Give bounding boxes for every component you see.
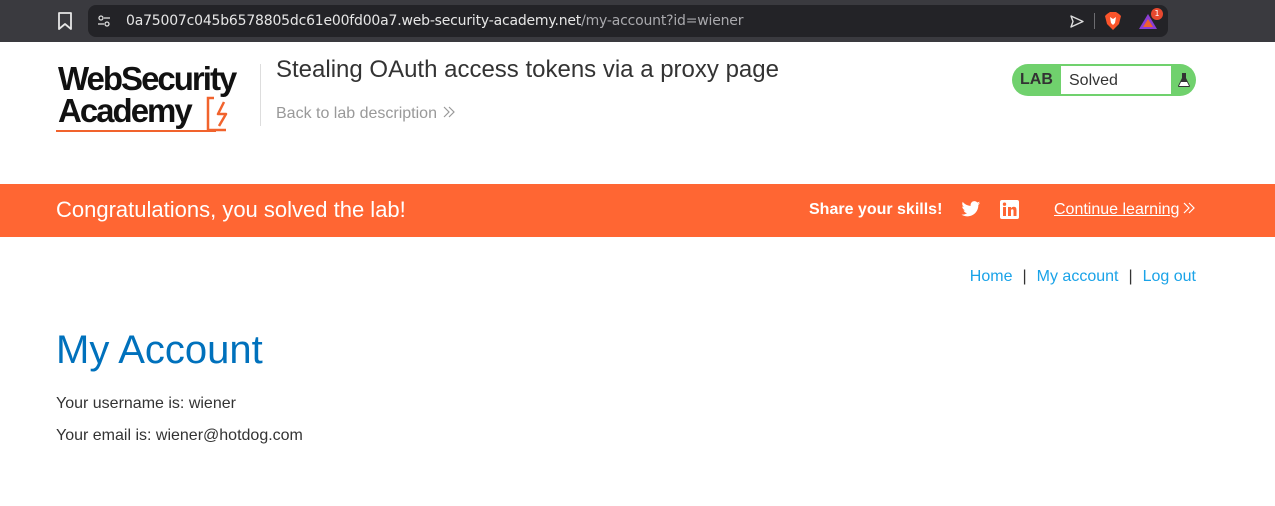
toolbar-divider [1094,13,1095,29]
rewards-badge: 1 [1151,8,1163,20]
web-security-academy-logo[interactable]: WebSecurity Academy [56,60,256,136]
lab-title: Stealing OAuth access tokens via a proxy… [276,56,779,83]
lab-tag: LAB [1020,71,1053,88]
congratulations-message: Congratulations, you solved the lab! [56,197,406,222]
top-nav: Home | My account | Log out [970,267,1196,287]
nav-separator: | [1128,268,1133,285]
twitter-icon[interactable] [961,201,981,218]
double-chevron-right-icon [443,106,455,118]
flask-icon [1178,73,1190,87]
url-text[interactable]: 0a75007c045b6578805dc61e00fd00a7.web-sec… [126,12,743,30]
username-text: Your username is: wiener [56,395,236,412]
page-title: My Account [56,328,263,372]
nav-log-out-link[interactable]: Log out [1143,268,1196,285]
continue-learning-link[interactable]: Continue learning [1054,201,1196,219]
solved-banner: Congratulations, you solved the lab! Sha… [0,184,1275,237]
header-divider [260,64,261,126]
email-text: Your email is: wiener@hotdog.com [56,427,303,444]
logo-underline [56,130,216,132]
nav-separator: | [1022,268,1027,285]
lab-status-widget: LAB Solved [1012,64,1196,96]
share-skills-label: Share your skills! [809,201,943,218]
logo-text-line2: Academy [58,92,193,129]
bookmark-icon[interactable] [57,12,73,30]
url-host: 0a75007c045b6578805dc61e00fd00a7.web-sec… [126,13,582,29]
logo-text-line1: WebSecurity [58,60,237,97]
browser-toolbar: 0a75007c045b6578805dc61e00fd00a7.web-sec… [0,0,1275,42]
nav-home-link[interactable]: Home [970,268,1013,285]
site-settings-icon[interactable] [97,14,111,28]
url-path: /my-account?id=wiener [581,13,744,29]
send-icon[interactable] [1070,15,1084,28]
lab-status-box: Solved [1060,65,1172,95]
continue-learning-label: Continue learning [1054,201,1180,218]
brave-shield-icon[interactable] [1104,11,1122,31]
linkedin-icon[interactable] [1000,200,1019,219]
nav-my-account-link[interactable]: My account [1037,268,1119,285]
logo-mark-icon [206,96,228,132]
back-link-label: Back to lab description [276,105,437,122]
back-to-lab-description-link[interactable]: Back to lab description [276,104,455,124]
double-chevron-right-icon [1183,202,1196,214]
address-bar[interactable]: 0a75007c045b6578805dc61e00fd00a7.web-sec… [88,5,1168,37]
lab-status-text: Solved [1069,72,1118,89]
